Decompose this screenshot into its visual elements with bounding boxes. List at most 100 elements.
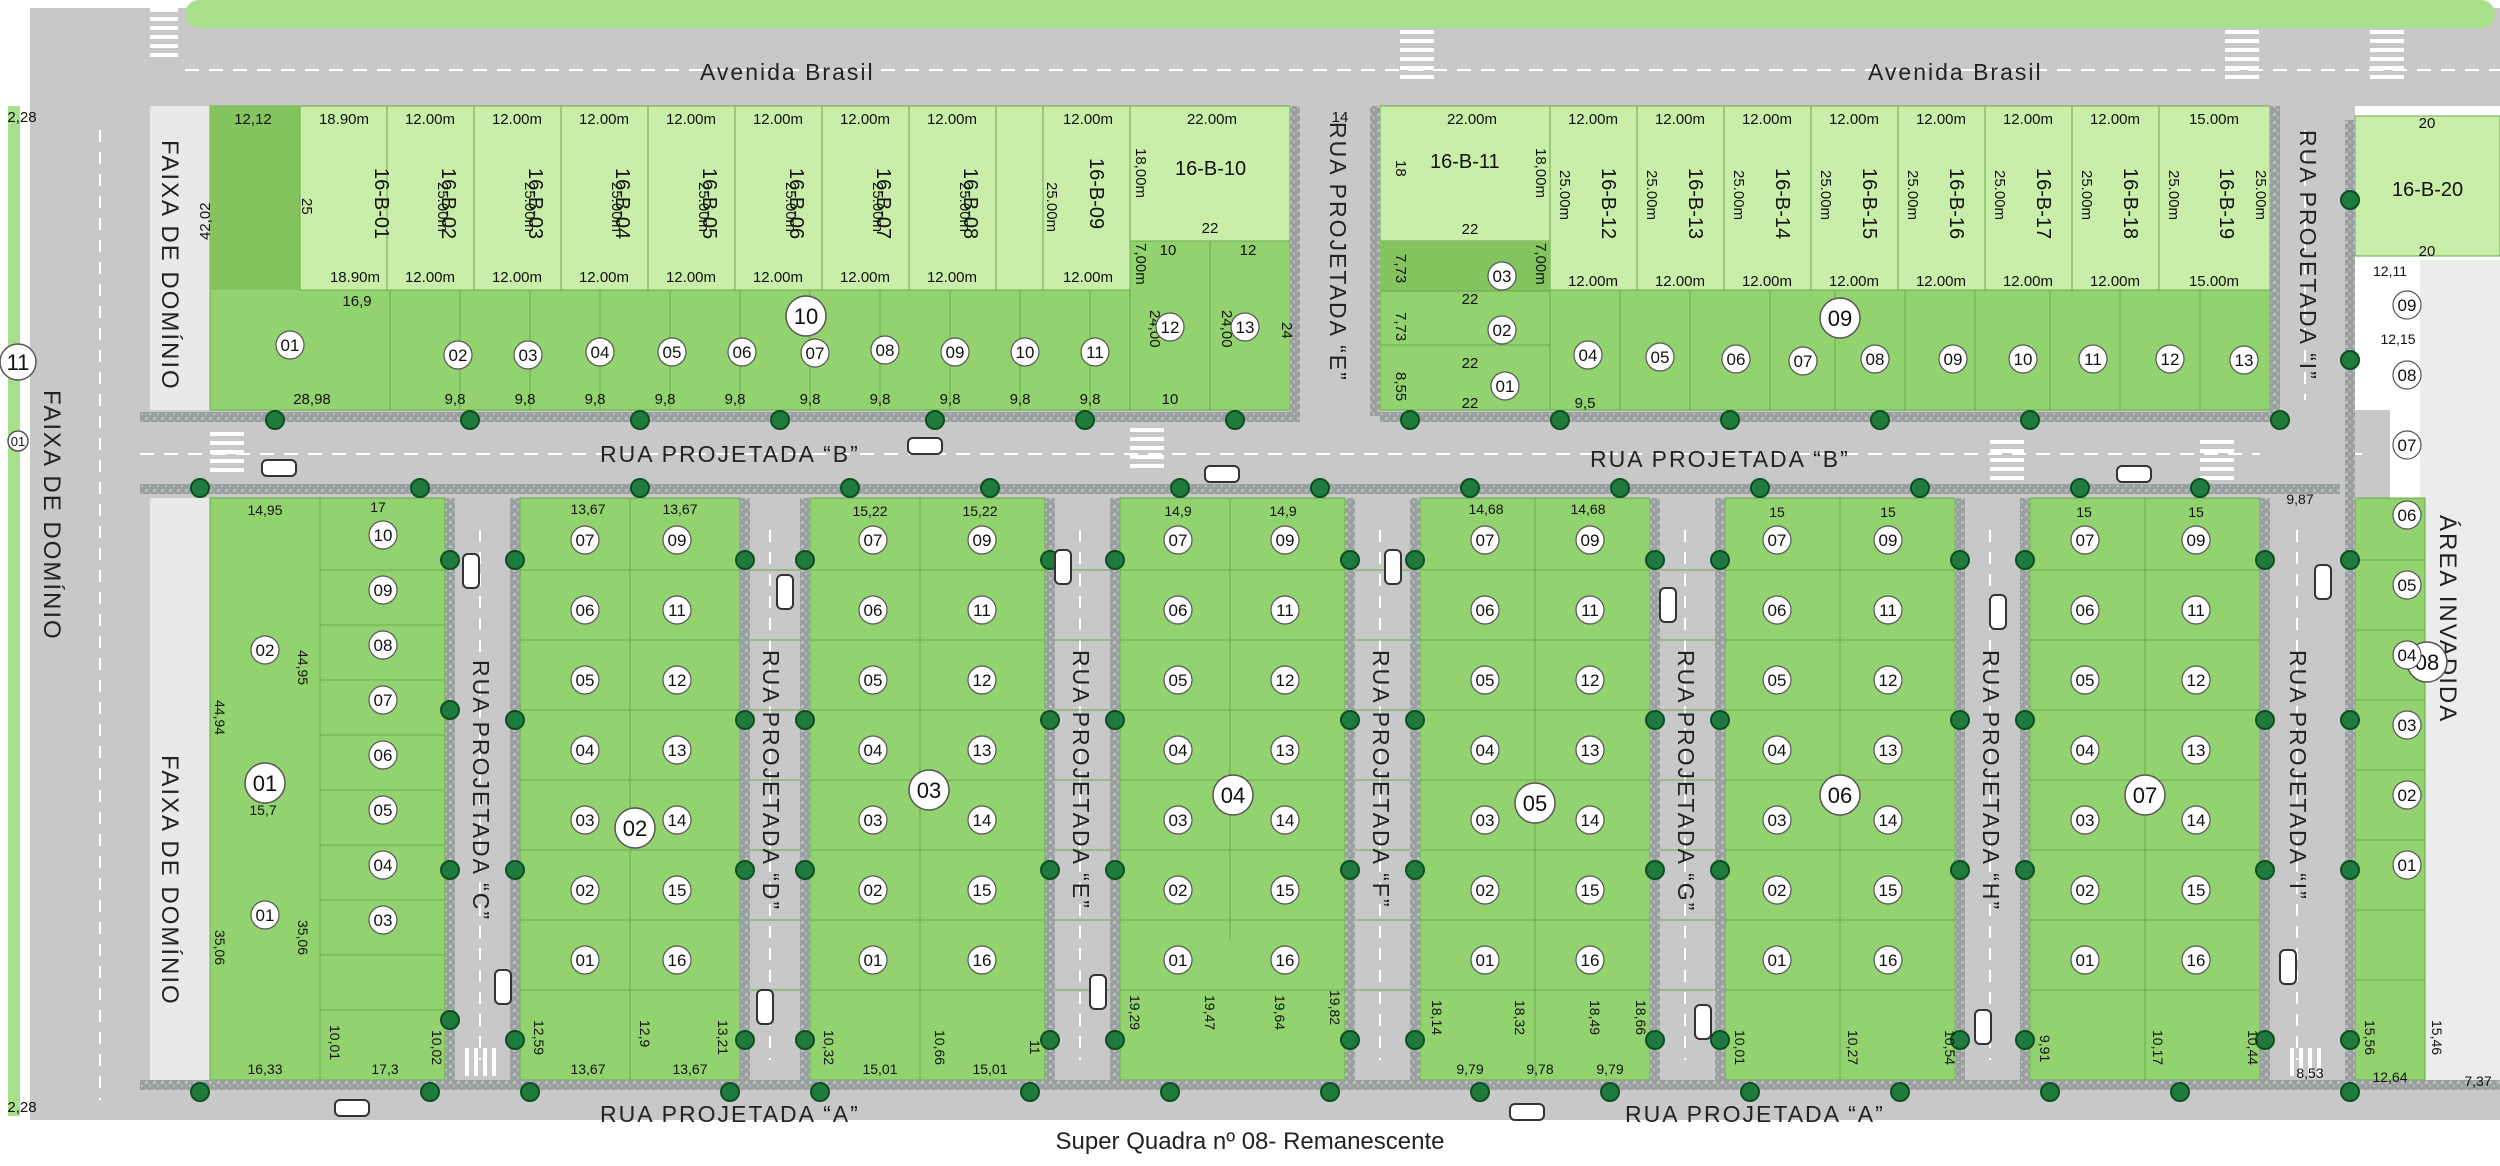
dim: 25 [298,198,315,215]
avenida-brasil-label-2: Avenida Brasil [1868,59,2043,85]
dim: 19,82 [1327,990,1343,1025]
dim: 22 [1462,355,1479,372]
dim: 14 [1332,109,1349,126]
dim: 12.00m [753,111,803,128]
car [1089,974,1107,1010]
lower-blocks [209,497,2426,1081]
dim: 25.00m [956,182,973,232]
lot-label: 02 [1476,881,1495,900]
area-invadida-label: ÁREA INVADIDA [2434,515,2461,723]
dim: 12.00m [840,269,890,286]
rua-b-label-1: RUA PROJETADA “B” [600,441,860,467]
lot-16-b-09: 16-B-09 [1085,158,1107,229]
lot-label: 11 [1086,343,1104,362]
lot-label: 04 [1579,346,1598,365]
dim: 7,00m [1532,243,1549,285]
lot-label: 12 [1161,318,1180,337]
faixa-dominio-lower: FAIXA DE DOMÍNIO [156,755,183,1006]
lot-label: 11 [1276,601,1294,620]
faixa-dominio-upper: FAIXA DE DOMÍNIO [156,140,183,391]
lot-label: 16 [1879,951,1898,970]
lot-label: 05 [2076,671,2095,690]
rua-b-label-2: RUA PROJETADA “B” [1590,446,1850,472]
block-11-label: 11 [7,350,30,375]
lot-label: 09 [1944,350,1963,369]
lot-label: 16 [1581,951,1600,970]
lot-16-b-11: 16-B-11 [1430,151,1500,173]
lot-label: 03 [2398,716,2417,735]
car [1694,1004,1712,1040]
dim: 10 [1162,391,1179,408]
dim: 12.00m [1742,273,1792,290]
dim: 18.90m [319,111,369,128]
faixa-dominio-left: FAIXA DE DOMÍNIO [38,390,65,641]
dim: 17,3 [371,1061,398,1077]
lot-label: 12 [1581,671,1600,690]
dim: 9,8 [940,391,961,408]
block-07-label: 07 [2133,783,2157,808]
dim: 18.90m [330,269,380,286]
dim: 7,00m [1132,243,1149,285]
dim: 25.00m [1991,170,2008,220]
dim: 12.00m [840,111,890,128]
top-green-strip [185,0,2495,28]
lot-label: 16 [668,951,687,970]
lot-16-b-01: 16-B-01 [370,168,392,239]
dim: 12.00m [2090,111,2140,128]
lot-label: 01 [2398,856,2417,875]
lot-16-b-17: 16-B-17 [2032,168,2054,239]
lot-label: 12 [2161,350,2180,369]
car [462,553,480,589]
lot-label: 16 [1276,951,1295,970]
lot-16-b-14: 16-B-14 [1771,168,1793,239]
dim: 9,5 [1575,395,1596,412]
car [1974,1009,1992,1045]
lot-label: 13 [1236,318,1255,337]
lot-label: 05 [864,671,883,690]
dim: 14,68 [1468,501,1503,517]
dim: 9,8 [1010,391,1031,408]
lot-label: 07 [374,691,393,710]
dim: 8,53 [2296,1065,2323,1081]
lot-label: 01 [576,951,595,970]
lot-label: 13 [2235,351,2254,370]
car [756,989,774,1025]
map-caption: Super Quadra nº 08- Remanescente [1055,1128,1445,1155]
dim: 15,22 [962,503,997,519]
lot-label: 03 [1768,811,1787,830]
lot-label: 06 [374,746,393,765]
dim: 22 [1462,291,1479,308]
lot-label: 15 [973,881,992,900]
lot-16-b-13: 16-B-13 [1684,168,1706,239]
lot-label: 02 [449,346,468,365]
dim: 12,11 [2373,263,2407,279]
car [1659,587,1677,623]
dim: 12.00m [1829,111,1879,128]
dim: 13,67 [570,501,605,517]
lot-label: 08 [374,636,393,655]
lot-label: 15 [2187,881,2206,900]
lot-label: 03 [864,811,883,830]
block-05-label: 05 [1523,791,1547,816]
dim: 25.00m [1643,170,1660,220]
dim: 16,9 [342,293,371,310]
dim: 15.00m [2189,111,2239,128]
dim: 25.00m [2078,170,2095,220]
lot-label: 08 [1866,350,1885,369]
lot-label: 10 [2014,350,2033,369]
dim: 10,01 [1732,1030,1748,1065]
lot-label: 01 [1768,951,1787,970]
lot-label: 02 [1493,321,1512,340]
site-plan-map: Avenida Brasil Avenida Brasil RUA PROJET… [0,0,2500,1127]
dim: 15,01 [862,1061,897,1077]
dim: 12.00m [927,111,977,128]
dim: 22.00m [1447,111,1497,128]
dim: 12.00m [1916,111,1966,128]
dim: 18,14 [1429,1000,1445,1035]
lot-label: 02 [2398,786,2417,805]
lot-label: 15 [668,881,687,900]
block-10 [209,105,1291,411]
lot-label: 04 [2398,646,2417,665]
lot-label: 07 [576,531,595,550]
dim: 10,01 [327,1025,343,1060]
